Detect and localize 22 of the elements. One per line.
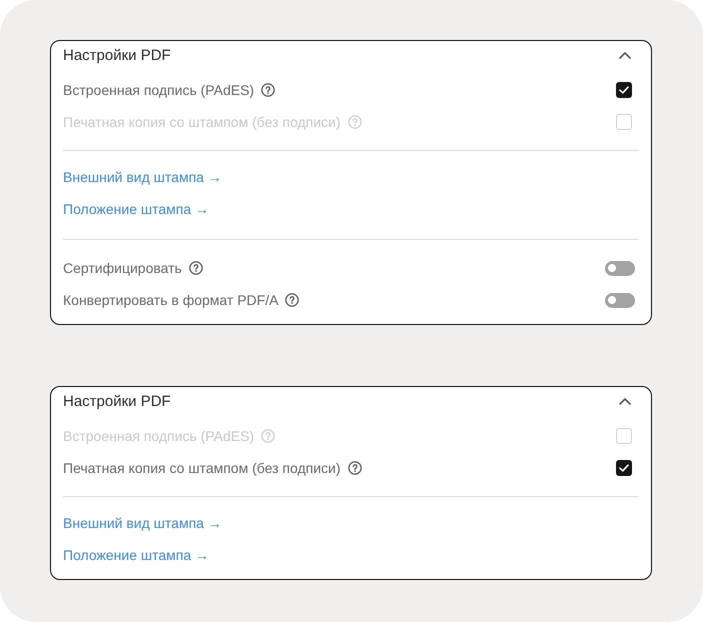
- link[interactable]: Внешний вид штампа →: [63, 169, 222, 185]
- help-icon[interactable]: [261, 83, 276, 97]
- link[interactable]: Положение штампа →: [63, 547, 210, 563]
- check-icon: [619, 86, 629, 94]
- link[interactable]: Внешний вид штампа →: [63, 515, 222, 531]
- chevron-up-icon[interactable]: [619, 398, 631, 404]
- option-label: Встроенная подпись (PAdES): [63, 82, 254, 98]
- option-label: Печатная копия со штампом (без подписи): [63, 460, 341, 476]
- toggle-switch[interactable]: [605, 292, 635, 308]
- card-title: Настройки PDF: [63, 392, 171, 410]
- toggle-label: Сертифицировать: [63, 260, 182, 276]
- checkbox[interactable]: [616, 460, 632, 476]
- card-title: Настройки PDF: [63, 46, 171, 64]
- help-icon[interactable]: [348, 461, 362, 475]
- check-icon: [619, 464, 629, 472]
- link[interactable]: Положение штампа →: [63, 201, 210, 217]
- toggle-label: Конвертировать в формат PDF/A: [63, 292, 278, 308]
- chevron-up-icon[interactable]: [619, 52, 631, 58]
- help-icon[interactable]: [188, 261, 203, 275]
- toggle-switch[interactable]: [605, 260, 635, 276]
- checkbox[interactable]: [616, 82, 632, 98]
- help-icon[interactable]: [285, 293, 300, 307]
